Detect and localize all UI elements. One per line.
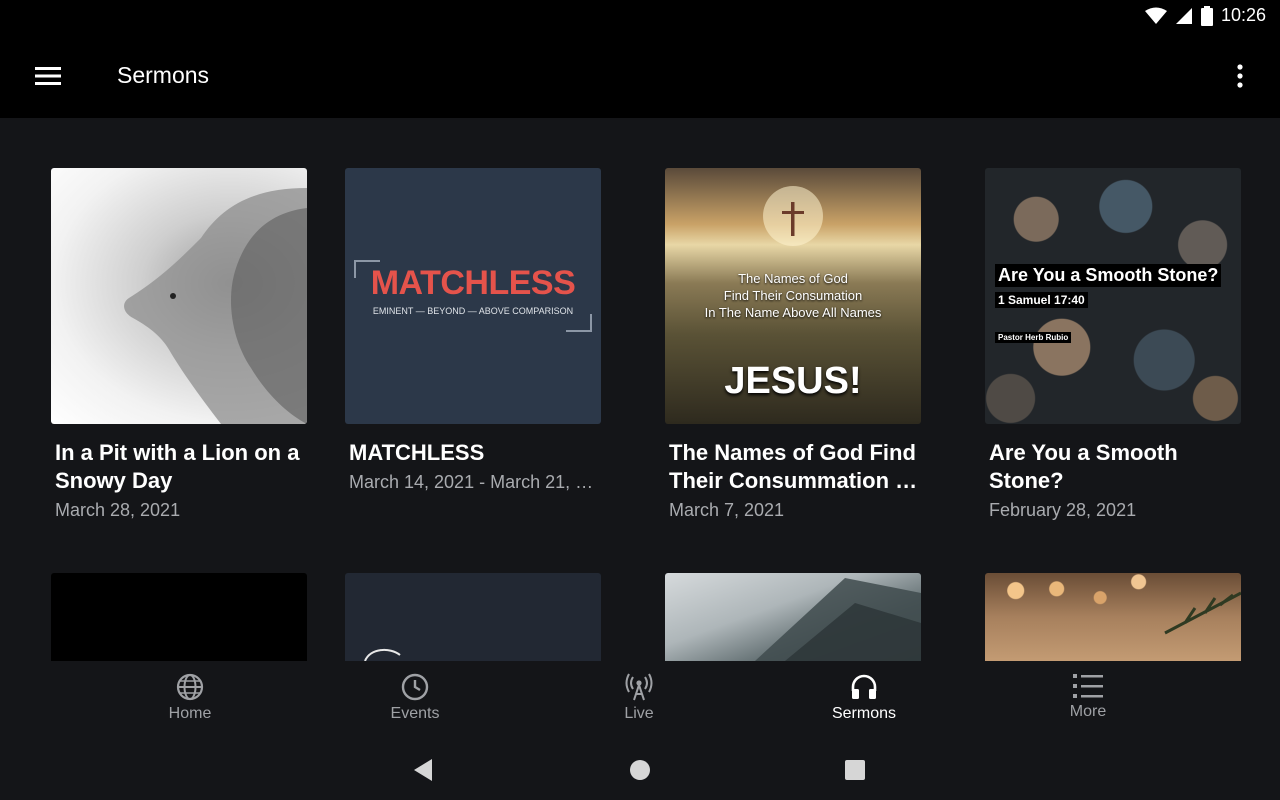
sermon-date: March 7, 2021: [669, 500, 785, 520]
sermon-card[interactable]: MATCHLESS EMINENT — BEYOND — ABOVE COMPA…: [345, 168, 601, 495]
sermon-card[interactable]: [985, 573, 1241, 661]
nav-label: More: [1069, 703, 1107, 720]
nav-label: Home: [168, 705, 212, 722]
sermons-grid[interactable]: In a Pit with a Lion on a Snowy Day Marc…: [0, 118, 1280, 661]
sermon-title: In a Pit with a Lion on a Snowy Day: [55, 440, 300, 493]
recents-button[interactable]: [840, 755, 870, 785]
lion-artwork-icon: [124, 188, 307, 424]
app-bar: Sermons: [0, 34, 1280, 118]
sermon-thumbnail: [665, 573, 921, 661]
pine-branch-icon: [1164, 591, 1241, 635]
sermon-date: March 14, 2021 - March 21, 2021: [349, 472, 594, 492]
nav-item-events[interactable]: Events: [335, 661, 495, 737]
overflow-menu-button[interactable]: [1222, 56, 1258, 96]
mountain-artwork-icon: [755, 578, 921, 661]
nav-label: Sermons: [831, 705, 897, 722]
nav-item-sermons[interactable]: Sermons: [784, 661, 944, 737]
broadcast-icon: [625, 673, 653, 701]
menu-button[interactable]: [26, 56, 70, 96]
bottom-navigation: Home Events Live Sermons More: [0, 661, 1280, 737]
back-button[interactable]: [408, 755, 438, 785]
status-time: 10:26: [1220, 5, 1266, 25]
artwork-title: Are You a Smooth Stone?: [995, 264, 1222, 287]
script-artwork-icon: [364, 648, 401, 661]
nav-item-live[interactable]: Live: [559, 661, 719, 737]
sermon-card[interactable]: In a Pit with a Lion on a Snowy Day Marc…: [51, 168, 307, 523]
sermon-date: February 28, 2021: [989, 500, 1137, 520]
clock-icon: [401, 673, 429, 701]
sermon-title: MATCHLESS: [349, 440, 485, 465]
sermon-date: March 28, 2021: [55, 500, 181, 520]
page-title: Sermons: [117, 62, 210, 88]
status-bar: 10:26: [0, 0, 1280, 34]
battery-icon: [1200, 5, 1213, 26]
more-vertical-icon: [1237, 64, 1243, 88]
sermon-thumbnail: [985, 573, 1241, 661]
cell-signal-icon: [1175, 7, 1192, 24]
sermon-card[interactable]: [345, 573, 601, 661]
nav-label: Events: [390, 705, 440, 722]
sermon-thumbnail: Are You a Smooth Stone? 1 Samuel 17:40 P…: [985, 168, 1241, 424]
nav-label: Live: [624, 705, 654, 722]
home-circle-icon: [630, 760, 650, 780]
sermon-card[interactable]: Are You a Smooth Stone? 1 Samuel 17:40 P…: [985, 168, 1241, 523]
artwork-line: Find Their Consumation: [723, 288, 863, 303]
sermon-thumbnail: [345, 573, 601, 661]
status-icons: 10:26: [1144, 5, 1266, 26]
artwork-reference: 1 Samuel 17:40: [995, 292, 1088, 308]
sermon-thumbnail: [51, 573, 307, 661]
headphones-icon: [851, 674, 877, 699]
sermon-title: Are You a Smooth Stone?: [989, 440, 1178, 493]
sermon-thumbnail: [51, 168, 307, 424]
sermon-thumbnail: The Names of God Find Their Consumation …: [665, 168, 921, 424]
artwork-pastor: Pastor Herb Rubio: [995, 332, 1072, 343]
sermon-thumbnail: MATCHLESS EMINENT — BEYOND — ABOVE COMPA…: [345, 168, 601, 424]
nav-item-home[interactable]: Home: [110, 661, 270, 737]
artwork-line: In The Name Above All Names: [704, 305, 882, 320]
sermon-card[interactable]: The Names of God Find Their Consumation …: [665, 168, 921, 523]
sermon-card[interactable]: [51, 573, 307, 661]
artwork-big-text: JESUS!: [724, 360, 862, 402]
wifi-icon: [1144, 7, 1167, 24]
nav-item-more[interactable]: More: [1008, 661, 1168, 737]
artwork-title: MATCHLESS: [370, 264, 576, 302]
sermon-card[interactable]: [665, 573, 921, 661]
artwork-subtitle: EMINENT — BEYOND — ABOVE COMPARISON: [372, 306, 574, 316]
hamburger-menu-icon: [35, 67, 61, 85]
home-button[interactable]: [625, 755, 655, 785]
sermon-title: The Names of God Find Their Consummation…: [669, 440, 916, 493]
list-icon: [1073, 674, 1103, 698]
globe-icon: [176, 673, 204, 701]
artwork-line: The Names of God: [738, 271, 848, 286]
recents-square-icon: [845, 760, 865, 780]
system-navigation-bar: [0, 737, 1280, 800]
back-triangle-icon: [414, 759, 432, 781]
